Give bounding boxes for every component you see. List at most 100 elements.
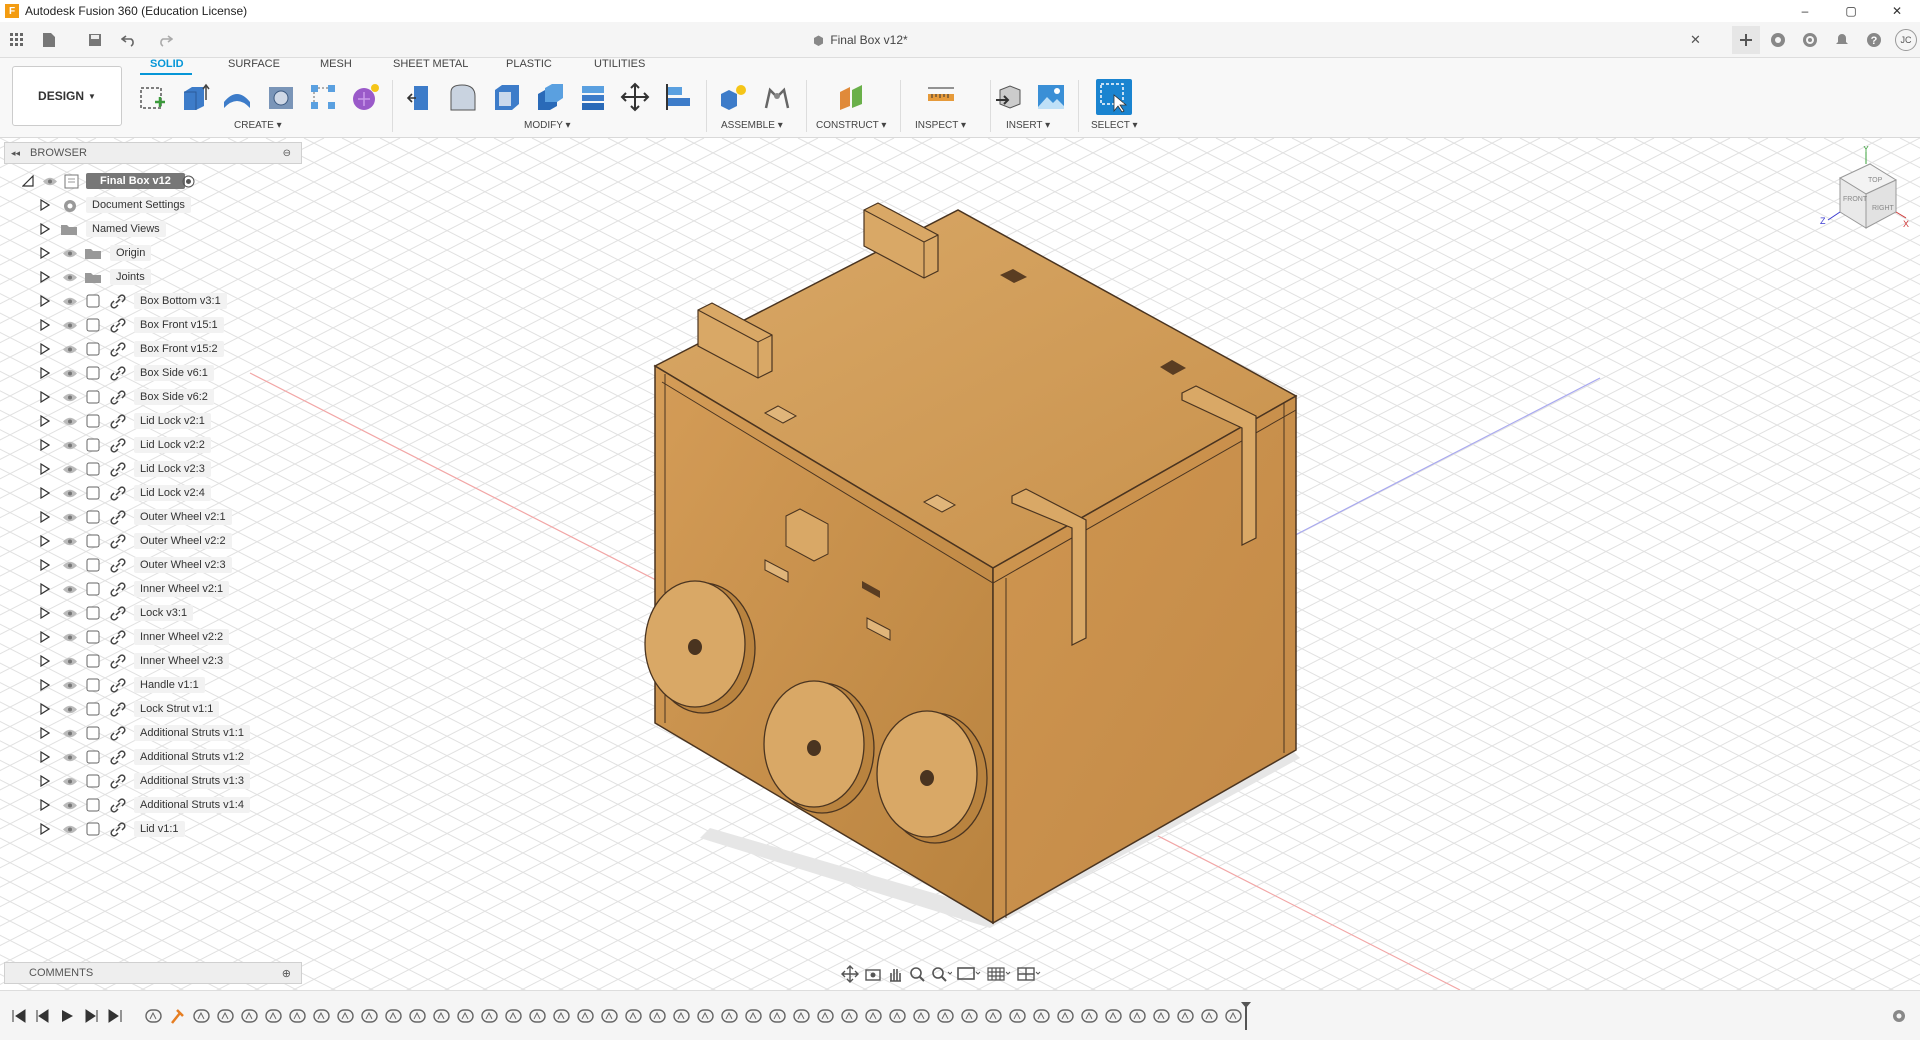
extensions-icon[interactable] bbox=[1764, 26, 1792, 54]
browser-component-row[interactable]: Box Front v15:2 bbox=[0, 338, 300, 360]
visibility-eye-icon[interactable] bbox=[62, 728, 78, 739]
document-tab[interactable]: Final Box v12* bbox=[0, 22, 1720, 58]
visibility-eye-icon[interactable] bbox=[62, 584, 78, 595]
app-grid-icon[interactable] bbox=[6, 29, 28, 51]
visibility-eye-icon[interactable] bbox=[42, 176, 58, 187]
timeline-feature-icon[interactable] bbox=[1200, 1007, 1220, 1025]
browser-folder-row[interactable]: Named Views bbox=[0, 218, 300, 240]
timeline-feature-icon[interactable] bbox=[552, 1007, 572, 1025]
timeline-feature-icon[interactable] bbox=[912, 1007, 932, 1025]
timeline-feature-icon[interactable] bbox=[720, 1007, 740, 1025]
modify-group-label[interactable]: MODIFY ▾ bbox=[524, 120, 571, 131]
browser-component-row[interactable]: Additional Struts v1:3 bbox=[0, 770, 300, 792]
expand-arrow-icon[interactable] bbox=[40, 583, 50, 595]
timeline-feature-icon[interactable] bbox=[576, 1007, 596, 1025]
split-body-icon[interactable] bbox=[578, 82, 608, 112]
browser-component-row[interactable]: Outer Wheel v2:1 bbox=[0, 506, 300, 528]
minimize-button[interactable]: – bbox=[1782, 0, 1828, 22]
add-comment-icon[interactable]: ⊕ bbox=[282, 967, 291, 980]
visibility-eye-icon[interactable] bbox=[62, 776, 78, 787]
timeline-feature-icon[interactable] bbox=[1008, 1007, 1028, 1025]
visibility-eye-icon[interactable] bbox=[62, 656, 78, 667]
visibility-eye-icon[interactable] bbox=[62, 560, 78, 571]
timeline-marker[interactable] bbox=[1240, 1001, 1252, 1031]
browser-component-row[interactable]: Additional Struts v1:1 bbox=[0, 722, 300, 744]
timeline-feature-icon[interactable] bbox=[240, 1007, 260, 1025]
timeline-feature-icon[interactable] bbox=[504, 1007, 524, 1025]
offset-plane-icon[interactable] bbox=[836, 82, 866, 112]
browser-component-row[interactable]: Handle v1:1 bbox=[0, 674, 300, 696]
close-document-button[interactable]: ✕ bbox=[1690, 32, 1701, 48]
tab-sheet-metal[interactable]: SHEET METAL bbox=[393, 58, 468, 74]
browser-folder-row[interactable]: Origin bbox=[0, 242, 300, 264]
grid-settings-icon[interactable] bbox=[986, 965, 1012, 983]
timeline-feature-icon[interactable] bbox=[840, 1007, 860, 1025]
timeline-feature-icon[interactable] bbox=[408, 1007, 428, 1025]
expand-arrow-icon[interactable] bbox=[40, 487, 50, 499]
go-to-start-icon[interactable] bbox=[10, 1007, 28, 1025]
orbit-icon[interactable] bbox=[840, 964, 860, 984]
timeline-feature-icon[interactable] bbox=[648, 1007, 668, 1025]
expand-arrow-icon[interactable] bbox=[40, 319, 50, 331]
expand-arrow-icon[interactable] bbox=[40, 703, 50, 715]
expand-arrow-icon[interactable] bbox=[40, 367, 50, 379]
timeline-feature-icon[interactable] bbox=[768, 1007, 788, 1025]
timeline-feature-icon[interactable] bbox=[336, 1007, 356, 1025]
browser-component-row[interactable]: Lid v1:1 bbox=[0, 818, 300, 840]
play-icon[interactable] bbox=[58, 1007, 76, 1025]
expand-arrow-icon[interactable] bbox=[40, 535, 50, 547]
expand-arrow-icon[interactable] bbox=[40, 823, 50, 835]
visibility-eye-icon[interactable] bbox=[62, 824, 78, 835]
visibility-eye-icon[interactable] bbox=[62, 752, 78, 763]
timeline-feature-icon[interactable] bbox=[192, 1007, 212, 1025]
select-group-label[interactable]: SELECT ▾ bbox=[1091, 120, 1138, 131]
expand-arrow-icon[interactable] bbox=[40, 343, 50, 355]
visibility-eye-icon[interactable] bbox=[62, 392, 78, 403]
expand-arrow-icon[interactable] bbox=[40, 463, 50, 475]
browser-root-row[interactable]: Final Box v12 bbox=[0, 170, 300, 192]
press-pull-icon[interactable] bbox=[406, 82, 436, 112]
timeline-feature-icon[interactable] bbox=[744, 1007, 764, 1025]
browser-component-row[interactable]: Box Side v6:1 bbox=[0, 362, 300, 384]
timeline-feature-icon[interactable] bbox=[624, 1007, 644, 1025]
look-at-icon[interactable] bbox=[864, 965, 882, 983]
revolve-icon[interactable] bbox=[222, 82, 252, 112]
select-icon[interactable] bbox=[1096, 79, 1132, 115]
visibility-eye-icon[interactable] bbox=[62, 440, 78, 451]
expand-arrow-icon[interactable] bbox=[40, 415, 50, 427]
undo-icon[interactable] bbox=[118, 29, 140, 51]
timeline-feature-icon[interactable] bbox=[432, 1007, 452, 1025]
display-settings-icon[interactable] bbox=[956, 965, 982, 983]
expand-arrow-icon[interactable] bbox=[40, 799, 50, 811]
measure-icon[interactable] bbox=[926, 82, 956, 112]
user-avatar[interactable]: JC bbox=[1892, 26, 1920, 54]
browser-folder-row[interactable]: Joints bbox=[0, 266, 300, 288]
insert-derive-icon[interactable] bbox=[994, 82, 1024, 112]
browser-pin-icon[interactable]: ⊖ bbox=[283, 148, 291, 159]
step-forward-icon[interactable] bbox=[82, 1007, 100, 1025]
close-window-button[interactable]: ✕ bbox=[1874, 0, 1920, 22]
joint-icon[interactable] bbox=[762, 82, 792, 112]
expand-arrow-icon[interactable] bbox=[40, 223, 50, 235]
timeline-feature-icon[interactable] bbox=[1056, 1007, 1076, 1025]
create-form-icon[interactable] bbox=[350, 82, 380, 112]
browser-component-row[interactable]: Lid Lock v2:2 bbox=[0, 434, 300, 456]
construct-group-label[interactable]: CONSTRUCT ▾ bbox=[816, 120, 886, 131]
notifications-icon[interactable] bbox=[1828, 26, 1856, 54]
go-to-end-icon[interactable] bbox=[106, 1007, 124, 1025]
zoom-icon[interactable] bbox=[908, 965, 926, 983]
tab-surface[interactable]: SURFACE bbox=[228, 58, 280, 74]
browser-component-row[interactable]: Box Front v15:1 bbox=[0, 314, 300, 336]
expand-arrow-icon[interactable] bbox=[40, 559, 50, 571]
combine-icon[interactable] bbox=[535, 82, 565, 112]
visibility-eye-icon[interactable] bbox=[62, 704, 78, 715]
timeline-feature-icon[interactable] bbox=[1128, 1007, 1148, 1025]
expand-arrow-icon[interactable] bbox=[40, 511, 50, 523]
expand-arrow-icon[interactable] bbox=[40, 199, 50, 211]
timeline-feature-icon[interactable] bbox=[528, 1007, 548, 1025]
timeline-feature-icon[interactable] bbox=[288, 1007, 308, 1025]
visibility-eye-icon[interactable] bbox=[62, 536, 78, 547]
inspect-group-label[interactable]: INSPECT ▾ bbox=[915, 120, 966, 131]
assemble-group-label[interactable]: ASSEMBLE ▾ bbox=[721, 120, 783, 131]
browser-component-row[interactable]: Lid Lock v2:4 bbox=[0, 482, 300, 504]
